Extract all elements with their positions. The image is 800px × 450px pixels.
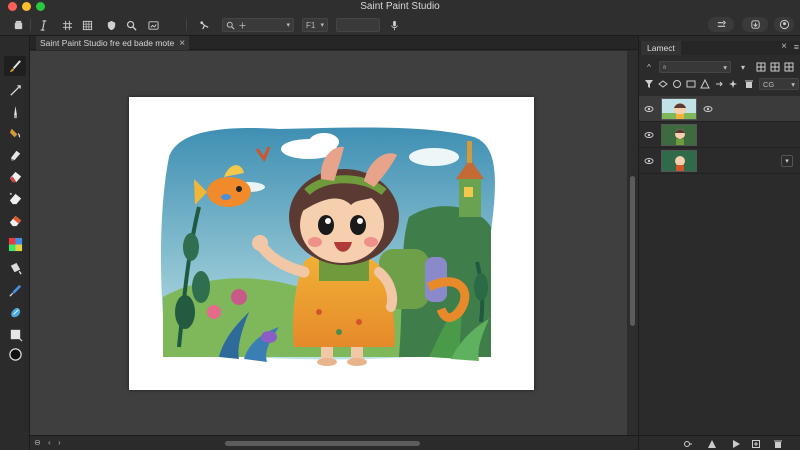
document-tabs: Saint Paint Studio fre ed bade mote × <box>30 36 638 50</box>
line-icon[interactable] <box>4 80 26 100</box>
chevron-up-icon[interactable]: ^ <box>643 61 655 73</box>
opacity-field-value: CG <box>763 79 775 89</box>
chevron-left-icon[interactable]: ‹ <box>48 438 51 447</box>
chevron-down-icon: ▾ <box>286 22 290 29</box>
eyedropper-icon[interactable] <box>4 280 26 300</box>
size-field-value: F1 <box>306 20 316 30</box>
pen-icon[interactable] <box>4 102 26 122</box>
document-tab[interactable]: Saint Paint Studio fre ed bade mote × <box>36 36 190 50</box>
options-bar: ▾ F1 ▾ <box>0 14 800 36</box>
fill-icon[interactable] <box>4 122 26 142</box>
eye-icon[interactable] <box>644 156 654 166</box>
layers-toolbar-row-1: ^ ᵃ ▾ ▾ <box>639 59 800 75</box>
blend-mode-dropdown[interactable]: ᵃ ▾ <box>659 61 731 73</box>
status-bar: ⊖ ‹ › <box>30 435 638 450</box>
image-icon[interactable] <box>146 18 160 32</box>
effects-icon[interactable] <box>727 78 739 90</box>
adjustment-icon[interactable] <box>671 78 683 90</box>
vertical-scrollbar[interactable] <box>627 51 638 435</box>
brush-icon[interactable] <box>4 56 26 76</box>
chevron-down-icon: ▾ <box>723 62 727 72</box>
microphone-icon[interactable] <box>387 18 401 32</box>
layers-panel-header: Lamect × ≡ <box>639 41 800 55</box>
layer-thumbnail <box>661 98 697 120</box>
chevron-down-icon[interactable]: ▾ <box>781 155 793 167</box>
layer-group-icon[interactable] <box>657 78 669 90</box>
color-circle-icon[interactable] <box>4 344 26 364</box>
layer-item[interactable]: ▾ <box>639 148 800 174</box>
new-layer-icon[interactable] <box>751 439 761 449</box>
value-field[interactable] <box>336 18 380 32</box>
zoom-icon[interactable] <box>124 18 138 32</box>
color-drop-icon[interactable] <box>4 302 26 322</box>
text-tool-icon[interactable] <box>36 18 50 32</box>
title-bar: Saint Paint Studio <box>0 0 800 14</box>
layers-panel-footer <box>639 435 800 450</box>
export-button[interactable] <box>742 17 768 32</box>
layers-panel-tab[interactable]: Lamect <box>641 41 681 55</box>
eye-icon[interactable] <box>644 130 654 140</box>
opacity-field[interactable]: CG ▾ <box>759 78 799 90</box>
lock-position-icon[interactable] <box>783 61 795 73</box>
lock-transparent-icon[interactable] <box>755 61 767 73</box>
account-button[interactable] <box>774 17 794 32</box>
layer-thumbnail <box>661 150 697 172</box>
eye-icon[interactable] <box>644 104 654 114</box>
lock-image-icon[interactable] <box>769 61 781 73</box>
share-button[interactable] <box>708 17 734 32</box>
smudge-icon[interactable] <box>4 144 26 164</box>
eraser-color-icon[interactable] <box>4 210 26 230</box>
close-icon[interactable]: × <box>781 41 787 52</box>
shield-icon[interactable] <box>104 18 118 32</box>
blend-mode-value: ᵃ <box>663 62 666 72</box>
play-icon[interactable] <box>731 439 741 449</box>
chevron-down-icon: ▾ <box>791 79 795 89</box>
crop-icon[interactable] <box>4 324 26 344</box>
frame-icon[interactable] <box>60 18 74 32</box>
chevron-down-icon[interactable]: ▾ <box>737 61 749 73</box>
link-layers-icon[interactable] <box>683 439 693 449</box>
artboard[interactable] <box>129 97 534 390</box>
color-swatch-icon[interactable] <box>4 234 26 254</box>
chevron-right-icon[interactable]: › <box>58 438 61 447</box>
fill-bucket-icon[interactable] <box>4 258 26 278</box>
delete-layer-icon[interactable] <box>743 78 755 90</box>
canvas-area[interactable] <box>30 51 627 435</box>
layer-style-icon[interactable] <box>707 439 717 449</box>
chevron-down-icon: ▾ <box>320 22 324 29</box>
grid-icon[interactable] <box>80 18 94 32</box>
artwork-illustration <box>161 127 495 366</box>
mask-icon[interactable] <box>685 78 697 90</box>
horizontal-scroll-thumb[interactable] <box>225 441 420 446</box>
filter-icon[interactable] <box>643 78 655 90</box>
zoom-dropdown[interactable]: ▾ <box>222 18 294 32</box>
layers-panel: Lamect × ≡ ^ ᵃ ▾ ▾ CG ▾ ▾ <box>638 36 800 450</box>
trash-icon[interactable] <box>773 439 783 449</box>
transform-icon[interactable] <box>196 18 212 32</box>
zoom-out-icon[interactable]: ⊖ <box>34 438 41 447</box>
layers-toolbar-row-2: CG ▾ <box>639 76 800 92</box>
close-icon[interactable]: × <box>179 38 185 49</box>
eraser-icon[interactable] <box>4 166 26 186</box>
eraser-alt-icon[interactable] <box>4 188 26 208</box>
vertical-scroll-thumb[interactable] <box>630 176 635 326</box>
link-icon[interactable] <box>713 78 725 90</box>
size-field[interactable]: F1 ▾ <box>302 18 328 32</box>
transform-icon[interactable] <box>699 78 711 90</box>
window-title: Saint Paint Studio <box>360 1 440 12</box>
panel-menu-icon[interactable]: ≡ <box>794 42 799 52</box>
eye-icon[interactable] <box>703 104 713 114</box>
tools-panel <box>0 36 30 450</box>
layer-thumbnail <box>661 124 697 146</box>
document-tab-label: Saint Paint Studio fre ed bade mote <box>40 38 175 48</box>
home-icon[interactable] <box>10 18 26 32</box>
layer-item[interactable] <box>639 96 800 122</box>
layer-item[interactable] <box>639 122 800 148</box>
